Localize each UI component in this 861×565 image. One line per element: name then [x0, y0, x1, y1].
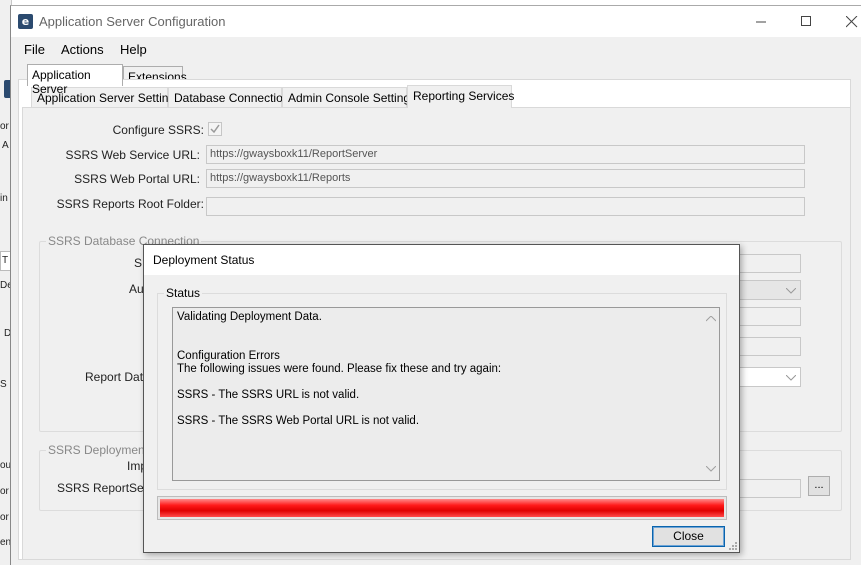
partial-label: SSRS ReportServ: [57, 481, 154, 495]
background-text-fragment: or: [0, 121, 9, 132]
scroll-down-icon[interactable]: [706, 466, 716, 472]
group-legend: SSRS Deployment: [46, 443, 151, 457]
report-server-path-field[interactable]: [735, 479, 801, 498]
progress-fill: [160, 499, 724, 517]
dialog-title-bar[interactable]: Deployment Status: [144, 245, 739, 275]
password-field[interactable]: [735, 337, 801, 356]
menu-help[interactable]: Help: [120, 42, 147, 57]
username-field[interactable]: [735, 307, 801, 326]
server-field[interactable]: [735, 254, 801, 273]
tab-database-connection[interactable]: Database Connection: [168, 87, 289, 107]
configure-ssrs-label: Configure SSRS:: [112, 123, 204, 137]
close-icon: [846, 15, 858, 27]
status-text: Validating Deployment Data. Configuratio…: [177, 311, 502, 427]
background-text-fragment: A: [2, 140, 9, 151]
reports-root-folder-field[interactable]: [206, 197, 805, 216]
report-data-dropdown[interactable]: [735, 367, 801, 387]
status-textbox[interactable]: Validating Deployment Data. Configuratio…: [172, 307, 720, 481]
background-text-fragment: in: [0, 193, 8, 204]
minimize-button[interactable]: [738, 6, 784, 37]
partial-label: S: [134, 256, 143, 270]
reports-root-folder-label: SSRS Reports Root Folder:: [56, 197, 204, 211]
web-service-url-label: SSRS Web Service URL:: [65, 148, 201, 162]
resize-grip-icon[interactable]: [729, 542, 737, 550]
web-portal-url-field[interactable]: https://gwaysboxk11/Reports: [206, 169, 805, 188]
background-text-fragment: S: [0, 379, 7, 390]
menu-actions[interactable]: Actions: [61, 42, 104, 57]
deployment-status-dialog: Deployment Status Status Validating Depl…: [143, 244, 740, 553]
web-service-url-field[interactable]: https://gwaysboxk11/ReportServer: [206, 145, 805, 164]
deployment-progress-bar: [157, 496, 727, 520]
partial-label: Report Data: [85, 370, 150, 384]
menu-file[interactable]: File: [24, 42, 45, 57]
dialog-title: Deployment Status: [153, 253, 255, 267]
browse-button[interactable]: ...: [808, 476, 830, 496]
window-title: Application Server Configuration: [39, 14, 226, 29]
status-group: Status Validating Deployment Data. Confi…: [157, 286, 727, 490]
web-portal-url-label: SSRS Web Portal URL:: [74, 172, 200, 186]
maximize-icon: [800, 16, 811, 26]
configure-ssrs-checkbox[interactable]: [208, 122, 222, 136]
menu-bar: File Actions Help: [11, 37, 861, 61]
chevron-down-icon: [786, 375, 796, 381]
tab-application-server[interactable]: Application Server: [27, 64, 123, 96]
maximize-button[interactable]: [783, 6, 829, 37]
status-legend: Status: [164, 286, 203, 300]
chevron-down-icon: [786, 288, 796, 294]
background-text-fragment: T: [2, 255, 9, 266]
vertical-scrollbar[interactable]: [702, 308, 719, 480]
background-text-fragment: or: [0, 486, 9, 497]
close-button[interactable]: Close: [652, 526, 725, 547]
background-text-fragment: or: [0, 512, 9, 523]
minimize-icon: [755, 21, 766, 23]
tab-reporting-services[interactable]: Reporting Services: [407, 85, 514, 108]
tab-admin-console-settings[interactable]: Admin Console Settings: [282, 87, 416, 107]
close-window-button[interactable]: [829, 6, 861, 37]
checkmark-icon: [210, 124, 220, 134]
title-bar[interactable]: e Application Server Configuration: [11, 6, 861, 37]
scroll-up-icon[interactable]: [706, 316, 716, 322]
authentication-dropdown[interactable]: [735, 280, 801, 300]
app-logo-icon: e: [18, 14, 33, 29]
